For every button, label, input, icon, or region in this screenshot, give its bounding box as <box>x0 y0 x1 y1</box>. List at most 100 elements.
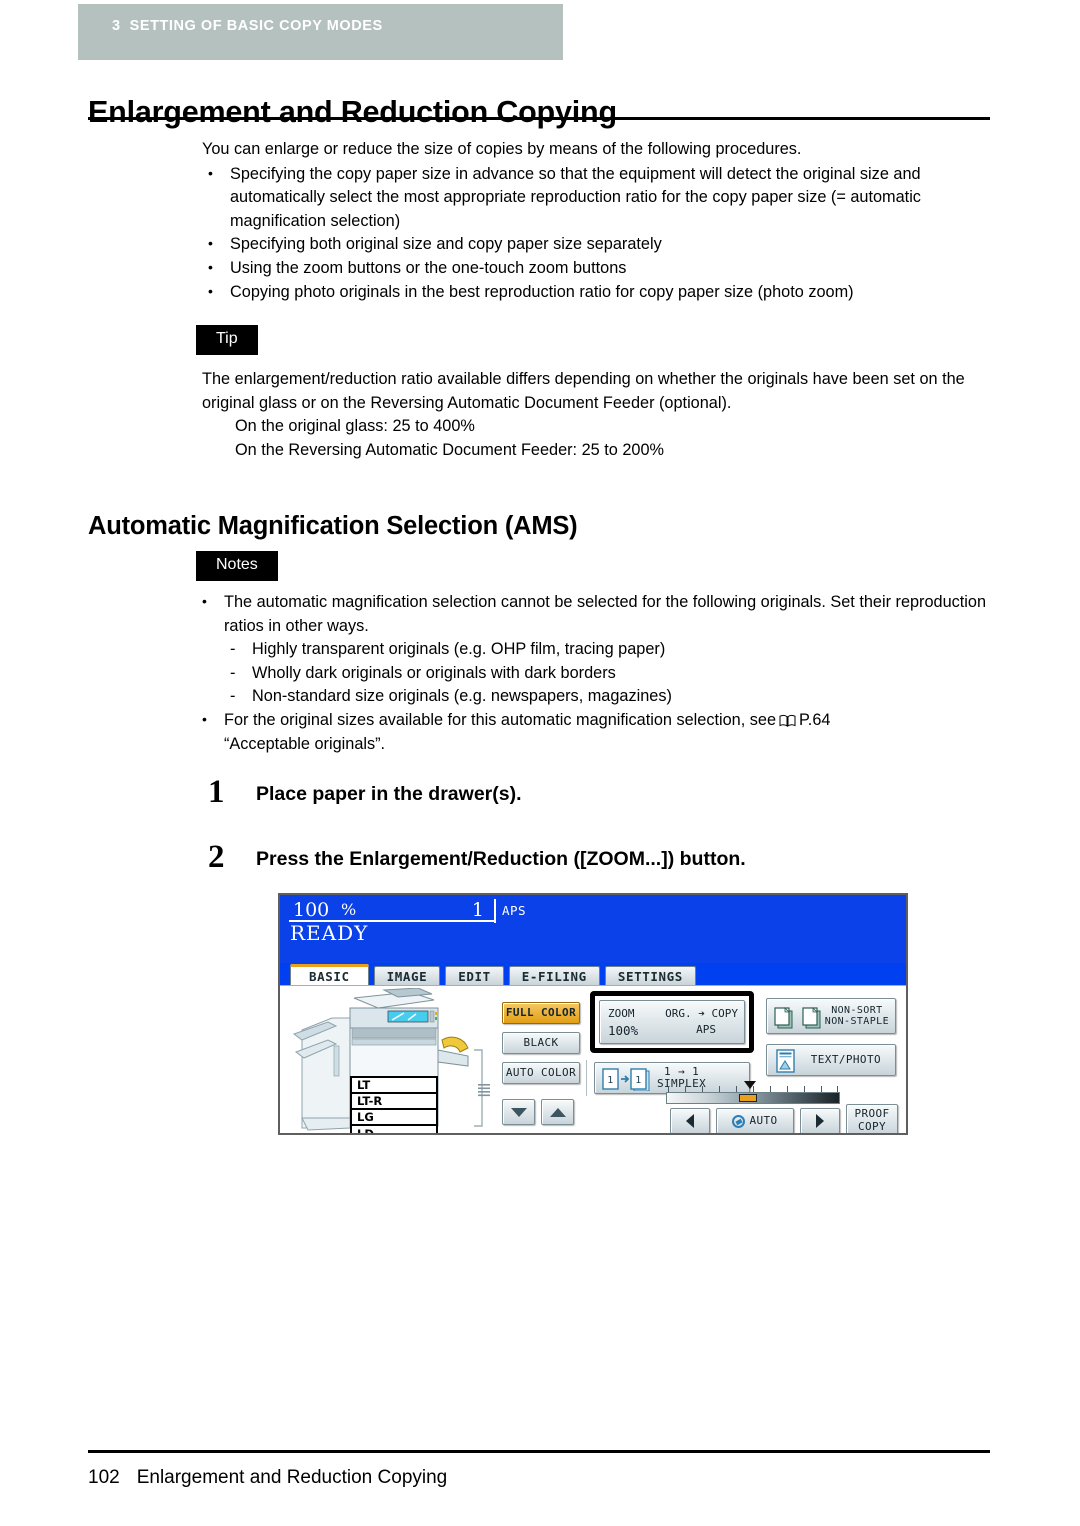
chevron-down-icon <box>510 1107 527 1117</box>
copier-control-panel: 100 % 1 APS READY BASIC IMAGE EDIT E-FIL… <box>278 893 908 1135</box>
footer: 102 Enlargement and Reduction Copying <box>88 1467 447 1489</box>
note-ref-prefix: For the original sizes available for thi… <box>224 710 777 729</box>
finishing-line2: NON-STAPLE <box>824 1016 889 1027</box>
page-title: Enlargement and Reduction Copying <box>88 95 617 130</box>
list-item: For the original sizes available for thi… <box>196 708 1006 756</box>
drawer-lg[interactable]: LG <box>352 1110 436 1126</box>
list-item: Specifying both original size and copy p… <box>202 232 1002 257</box>
step-text: Place paper in the drawer(s). <box>256 783 522 805</box>
tip-line: On the Reversing Automatic Document Feed… <box>235 440 664 459</box>
chapter-header-text: 3 SETTING OF BASIC COPY MODES <box>112 18 383 34</box>
non-sort-icon <box>772 1004 826 1030</box>
auto-color-button[interactable]: AUTO COLOR <box>502 1062 580 1084</box>
paper-drawer-list: LT LT-R LG LD <box>350 1076 438 1133</box>
arrow-left-icon <box>686 1114 694 1128</box>
scroll-up-button[interactable] <box>541 1099 574 1125</box>
density-auto-button[interactable]: AUTO <box>716 1108 794 1133</box>
notes-label-wrapper: Notes <box>196 551 278 581</box>
list-item: Non-standard size originals (e.g. newspa… <box>226 685 1006 709</box>
zoom-label: ZOOM <box>608 1007 635 1020</box>
notes-bullet-list-2: For the original sizes available for thi… <box>196 708 1006 756</box>
tab-settings[interactable]: SETTINGS <box>604 966 696 986</box>
original-mode-button[interactable]: TEXT/PHOTO <box>766 1044 896 1076</box>
tip-body: The enlargement/reduction ratio availabl… <box>202 368 1002 462</box>
note-ref-page: P.64 <box>799 710 831 729</box>
footer-divider <box>88 1450 990 1453</box>
step-text: Press the Enlargement/Reduction ([ZOOM..… <box>256 848 746 870</box>
ready-status-label: READY <box>290 921 369 945</box>
density-increase-button[interactable] <box>800 1108 840 1133</box>
drawer-lt[interactable]: LT <box>352 1078 436 1094</box>
panel-tab-bar: BASIC IMAGE EDIT E-FILING SETTINGS <box>290 964 701 986</box>
tip-line: On the original glass: 25 to 400% <box>235 417 475 436</box>
arrow-right-icon <box>816 1114 824 1128</box>
intro-block: You can enlarge or reduce the size of co… <box>202 138 1002 304</box>
copy-count-value: 1 <box>471 899 484 921</box>
tab-image[interactable]: IMAGE <box>373 966 441 986</box>
tip-paragraph: The enlargement/reduction ratio availabl… <box>202 370 965 412</box>
intro-lead: You can enlarge or reduce the size of co… <box>202 140 802 158</box>
simplex-icon: 1 1 <box>601 1067 653 1092</box>
list-item: Using the zoom buttons or the one-touch … <box>202 256 1002 281</box>
notes-bullet-list: The automatic magnification selection ca… <box>196 590 1006 638</box>
proof-copy-button[interactable]: PROOF COPY <box>846 1104 898 1133</box>
svg-text:1: 1 <box>607 1075 613 1086</box>
proof-line2: COPY <box>857 1120 887 1133</box>
zoom-ratio-value: 100 <box>293 899 330 921</box>
tab-basic[interactable]: BASIC <box>290 964 369 986</box>
density-decrease-button[interactable] <box>670 1108 710 1133</box>
note-ref-suffix: “Acceptable originals”. <box>224 734 386 753</box>
tip-label-wrapper: Tip <box>196 325 258 355</box>
percent-symbol: % <box>341 900 357 919</box>
scroll-down-button[interactable] <box>502 1099 535 1125</box>
ratio-field: 100 % 1 <box>289 899 494 922</box>
chapter-header-band: 3 SETTING OF BASIC COPY MODES <box>78 4 563 60</box>
density-slider[interactable] <box>666 1092 840 1104</box>
drawer-ld[interactable]: LD <box>352 1126 436 1133</box>
notes-sub-list: Highly transparent originals (e.g. OHP f… <box>196 638 1006 709</box>
step-number: 1 <box>208 774 225 810</box>
text-photo-icon <box>775 1049 797 1073</box>
section-title: Automatic Magnification Selection (AMS) <box>88 512 578 541</box>
tab-e-filing[interactable]: E-FILING <box>508 966 600 986</box>
zoom-button-highlight: ZOOM 100% ORG. ➔ COPY APS <box>590 991 754 1053</box>
tip-badge: Tip <box>196 325 258 355</box>
list-item: Highly transparent originals (e.g. OHP f… <box>226 638 1006 662</box>
full-color-button[interactable]: FULL COLOR <box>502 1002 580 1024</box>
svg-text:1: 1 <box>635 1075 641 1086</box>
chapter-title: SETTING OF BASIC COPY MODES <box>129 18 383 34</box>
list-item: Specifying the copy paper size in advanc… <box>202 162 1002 234</box>
zoom-enlargement-reduction-button[interactable]: ZOOM 100% ORG. ➔ COPY APS <box>599 1000 745 1044</box>
black-mode-button[interactable]: BLACK <box>502 1032 580 1054</box>
density-slider-handle[interactable] <box>739 1094 757 1102</box>
paper-mode-label: APS <box>502 903 527 918</box>
zoom-value: 100% <box>608 1023 639 1038</box>
original-mode-label: TEXT/PHOTO <box>810 1053 881 1066</box>
finishing-mode-text: NON-SORT NON-STAPLE <box>825 1005 889 1027</box>
proof-copy-text: PROOF COPY <box>854 1107 889 1133</box>
book-icon <box>779 711 796 727</box>
page-number: 102 <box>88 1467 120 1488</box>
panel-separator <box>586 1060 587 1096</box>
status-divider <box>494 899 496 923</box>
finishing-mode-button[interactable]: NON-SORT NON-STAPLE <box>766 998 896 1034</box>
notes-body: The automatic magnification selection ca… <box>196 590 1006 756</box>
footer-title: Enlargement and Reduction Copying <box>136 1467 448 1488</box>
notes-badge: Notes <box>196 551 278 581</box>
auto-density-icon <box>732 1114 746 1128</box>
chevron-up-icon <box>549 1107 566 1117</box>
finishing-line1: NON-SORT <box>831 1005 883 1016</box>
org-copy-label: ORG. ➔ COPY <box>665 1007 738 1020</box>
list-item: Copying photo originals in the best repr… <box>202 280 1002 305</box>
tab-edit[interactable]: EDIT <box>445 966 504 986</box>
chapter-number: 3 <box>112 18 121 34</box>
org-copy-value: APS <box>696 1023 716 1036</box>
drawer-lt-r[interactable]: LT-R <box>352 1094 436 1110</box>
density-pointer-icon <box>744 1081 756 1089</box>
intro-bullet-list: Specifying the copy paper size in advanc… <box>202 162 1002 305</box>
step-number: 2 <box>208 839 225 875</box>
title-divider <box>88 117 990 120</box>
list-item: The automatic magnification selection ca… <box>196 590 1006 638</box>
auto-density-label: AUTO <box>749 1114 778 1127</box>
list-item: Wholly dark originals or originals with … <box>226 662 1006 686</box>
